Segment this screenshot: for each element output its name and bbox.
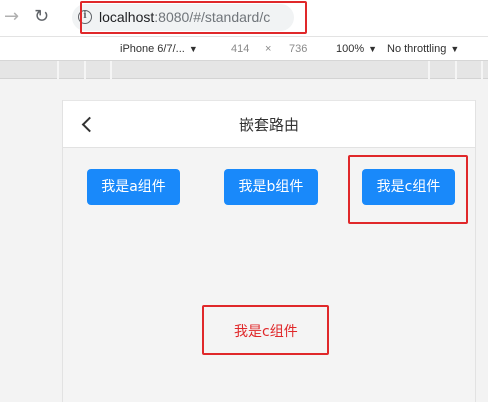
caret-down-icon: ▼	[188, 44, 198, 54]
device-select[interactable]: iPhone 6/7/... ▼	[120, 42, 198, 56]
ruler-divider	[57, 61, 59, 79]
app-viewport: 嵌套路由 我是a组件 我是b组件 我是c组件	[62, 100, 476, 402]
address-highlight-box	[80, 1, 307, 34]
back-arrow-icon[interactable]: →	[4, 8, 19, 26]
component-b-button[interactable]: 我是b组件	[224, 169, 318, 205]
media-query-ruler[interactable]	[0, 61, 488, 79]
viewport-width[interactable]: 414	[231, 42, 249, 56]
device-label: iPhone 6/7/...	[120, 43, 185, 55]
nav-bar: 嵌套路由	[63, 100, 475, 148]
device-toolbar: iPhone 6/7/... ▼ 414 × 736 100% ▼ No throt…	[0, 36, 488, 61]
throttling-label: No throttling	[387, 43, 447, 55]
zoom-label: 100%	[336, 43, 365, 55]
caret-down-icon: ▼	[368, 44, 378, 54]
ruler-divider	[481, 61, 483, 79]
zoom-select[interactable]: 100% ▼	[336, 42, 377, 56]
throttling-select[interactable]: No throttling ▼	[387, 42, 459, 56]
ruler-divider	[110, 61, 112, 79]
page-title: 嵌套路由	[238, 116, 299, 134]
caret-down-icon: ▼	[450, 44, 460, 54]
dimension-separator: ×	[265, 43, 272, 55]
ruler-divider	[428, 61, 430, 79]
ruler-divider	[455, 61, 457, 79]
child-text-highlight-box	[202, 305, 329, 355]
reload-icon[interactable]: ↻	[34, 8, 49, 26]
button-c-highlight-box	[348, 155, 468, 224]
component-a-button[interactable]: 我是a组件	[87, 169, 180, 205]
ruler-divider	[84, 61, 86, 79]
viewport-height[interactable]: 736	[289, 42, 307, 56]
